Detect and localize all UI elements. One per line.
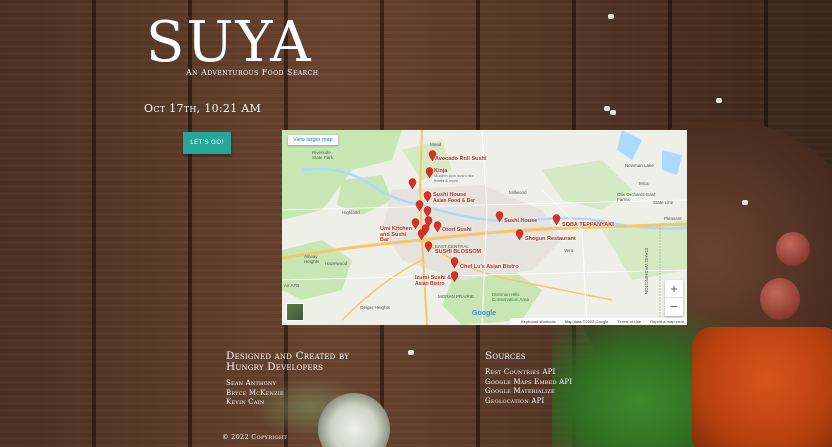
pin-label[interactable]: Chef Lu's Asian Bistro [460, 264, 519, 270]
source-item: Google Materialize [485, 387, 555, 395]
sources-list: Rest Countries API Google Maps Embed API… [485, 368, 625, 406]
pin-subtitle: Modern spin sushi rice bowls & more [434, 173, 475, 183]
developer-list: Sean Anthony Bryce McKenzie Kevin Cain [226, 379, 386, 408]
place-label: Mica [639, 181, 649, 186]
place-label: Mead [430, 142, 442, 147]
zoom-control[interactable]: + − [665, 280, 683, 316]
zoom-out-button[interactable]: − [665, 298, 683, 316]
map-attribution: Keyboard shortcuts Map data ©2022 Google… [510, 318, 687, 325]
pin-label[interactable]: Sushi House [504, 218, 537, 224]
pin-label[interactable]: Sushi House Asian Food & Bar [433, 192, 475, 204]
salt-decoration [742, 200, 748, 205]
place-label: Millwood [509, 190, 527, 195]
pin-label[interactable]: Avocado Roll Sushi [435, 156, 486, 162]
zoom-in-button[interactable]: + [665, 280, 683, 298]
developer-name: Sean Anthony [226, 379, 276, 387]
salt-decoration [610, 110, 616, 115]
place-label: State Line [653, 200, 674, 205]
pin-label[interactable]: SOBA TEPPANYAKI [562, 222, 614, 228]
report-map-error-link[interactable]: Report a map error [650, 319, 684, 324]
place-label: Highland [342, 210, 360, 215]
map-data-text: Map data ©2022 Google [564, 319, 609, 324]
pin-label[interactable]: Shogun Restaurant [525, 236, 576, 242]
sources-section: Sources Rest Countries API Google Maps E… [485, 351, 625, 406]
terms-link[interactable]: Terms of Use [618, 319, 642, 324]
place-label: Pleasant [664, 216, 682, 221]
pin-label[interactable]: Umi Kitchen and Sushi Bar [380, 226, 416, 244]
salt-decoration [716, 98, 722, 103]
place-label: Newman Lake [625, 163, 654, 168]
shallot-decoration [776, 232, 810, 266]
view-larger-map-link[interactable]: View larger map [288, 135, 338, 145]
place-label: IDAHO WASHINGTON [644, 248, 649, 295]
pin-label[interactable]: Izumi Sushi & Asian Bistro [415, 275, 451, 287]
pin-label[interactable]: Otori Sushi [442, 227, 472, 233]
source-item: Rest Countries API [485, 368, 556, 376]
shallot-decoration [760, 278, 800, 320]
place-label: Geiger Heights [360, 305, 391, 310]
source-item: Google Maps Embed API [485, 377, 573, 386]
credits-section: Designed and Created by Hungry Developer… [226, 351, 386, 408]
place-label: Hazelwood [325, 261, 348, 266]
credits-heading: Designed and Created by Hungry Developer… [226, 350, 350, 373]
google-logo: Google [472, 310, 497, 317]
salt-decoration [604, 106, 610, 111]
orange-pot-decoration [692, 327, 832, 447]
place-label: Air AFB [284, 283, 300, 288]
place-label: Dishman Hills Conservation Area [492, 292, 530, 302]
current-datetime: Oct 17th, 10:21 AM [144, 102, 262, 115]
salt-decoration [408, 350, 414, 355]
copyright-text: © 2022 Copyright [222, 433, 288, 441]
sources-heading: Sources [485, 350, 526, 362]
satellite-toggle-thumbnail[interactable] [286, 303, 304, 321]
source-item: Geolocation API [485, 396, 545, 405]
place-label: Riverside State Park [312, 150, 334, 160]
google-map-embed[interactable]: Mead Newman Lake Mica Otis Orchards-East… [282, 130, 687, 325]
developer-name: Bryce McKenzie [226, 388, 284, 397]
pin-label[interactable]: Kinja Modern spin sushi rice bowls & mor… [434, 168, 482, 183]
brand-tagline: An Adventurous Food Search [186, 68, 319, 77]
keyboard-shortcuts-link[interactable]: Keyboard shortcuts [521, 319, 555, 324]
place-label: Vera [564, 248, 574, 253]
brand-title: SUYA [146, 10, 313, 75]
developer-name: Kevin Cain [226, 398, 265, 406]
pin-subtitle: Asian Bistro [415, 281, 445, 287]
pin-subtitle: Asian Food & Bar [433, 198, 475, 204]
salt-decoration [608, 14, 614, 19]
pin-label[interactable]: SUSHI BLOSSOM [435, 249, 481, 255]
place-label: MORAN PRAIRIE [438, 294, 475, 299]
lets-go-button[interactable]: LET'S GO! [183, 132, 231, 154]
